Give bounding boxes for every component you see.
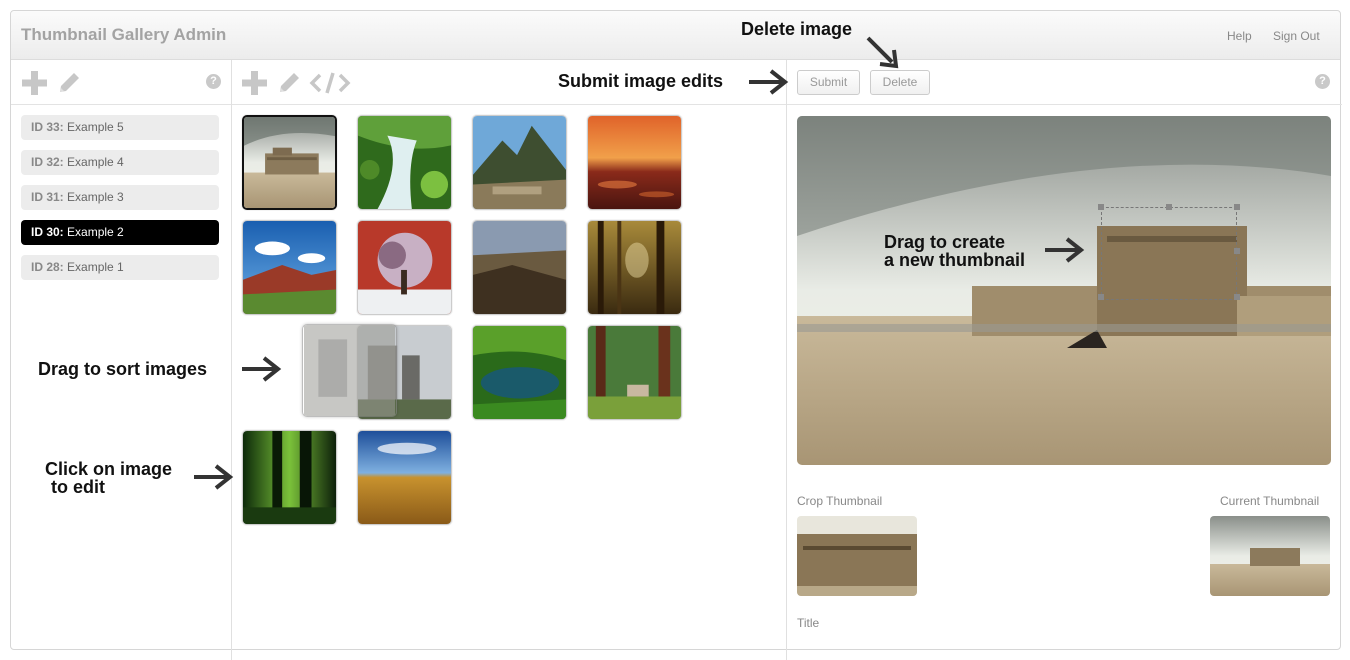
app-title: Thumbnail Gallery Admin [21,25,227,44]
annotation-delete-image: Delete image [741,19,853,39]
gallery-item-28[interactable]: ID 28: Example 1 [21,255,219,280]
app-header: Thumbnail Gallery Admin Help Sign Out [11,11,1340,60]
annotation-drag-sort: Drag to sort images [38,359,208,379]
arrow-edit-icon [194,464,234,490]
thumbnail-redwoods[interactable] [587,325,682,420]
pencil-icon[interactable] [275,69,303,97]
thumbnail-sunset-shore[interactable] [587,115,682,210]
thumbnail-grid-panel [232,60,787,660]
thumbnail-green-lake[interactable] [472,325,567,420]
crop-thumbnail-label: Crop Thumbnail [797,494,883,508]
thumbnail-mountain-ruins[interactable] [472,115,567,210]
help-link[interactable]: Help [1227,29,1252,43]
thumbnail-canyon[interactable] [472,220,567,315]
annotation-submit-edits: Submit image edits [558,71,724,91]
gallery-item-33[interactable]: ID 33: Example 5 [21,115,219,140]
arrow-create-icon [1045,237,1085,263]
title-label: Title [797,616,820,630]
plus-icon[interactable] [241,69,269,97]
thumbnail-winter-tree[interactable] [357,220,452,315]
thumbnail-dark-forest[interactable] [242,430,337,525]
plus-icon[interactable] [21,69,49,97]
thumbnail-forest-path[interactable] [587,220,682,315]
gallery-item-31[interactable]: ID 31: Example 3 [21,185,219,210]
crop-selection[interactable] [1101,207,1237,300]
crop-handle-nw[interactable] [1098,204,1104,210]
crop-thumbnail-preview [797,516,917,596]
gallery-toolbar: ? [11,60,231,105]
image-crop-canvas[interactable] [797,116,1331,465]
help-icon[interactable]: ? [206,74,221,89]
arrow-submit-icon [749,69,789,95]
gallery-item-30[interactable]: ID 30: Example 2 [21,220,219,245]
code-icon[interactable] [309,69,351,97]
gallery-item-32[interactable]: ID 32: Example 4 [21,150,219,175]
app-window: Thumbnail Gallery Admin Help Sign Out ? … [10,10,1342,660]
arrow-sort-icon [242,356,282,382]
crop-handle-e[interactable] [1234,248,1240,254]
pencil-icon[interactable] [55,69,83,97]
dragging-thumbnail[interactable] [302,324,397,417]
image-editor-panel: Submit Delete ? Crop Thumbnail Current T… [787,60,1342,660]
current-thumbnail-preview [1210,516,1330,596]
annotation-drag-create-2: a new thumbnail [884,250,1026,270]
delete-button[interactable]: Delete [870,70,930,95]
arrow-delete-icon [866,36,899,69]
sign-out-link[interactable]: Sign Out [1273,29,1320,43]
thumbnail-wheat-field[interactable] [357,430,452,525]
annotation-click-edit-2: to edit [51,477,105,497]
help-icon[interactable]: ? [1315,74,1330,89]
crop-handle-n[interactable] [1166,204,1172,210]
thumbnail-red-mountains[interactable] [242,220,337,315]
thumbnail-waterfall[interactable] [357,115,452,210]
crop-handle-se[interactable] [1234,294,1240,300]
current-thumbnail-label: Current Thumbnail [1220,494,1320,508]
submit-button[interactable]: Submit [797,70,860,95]
crop-handle-sw[interactable] [1098,294,1104,300]
thumbnail-palace[interactable] [242,115,337,210]
crop-handle-ne[interactable] [1234,204,1240,210]
